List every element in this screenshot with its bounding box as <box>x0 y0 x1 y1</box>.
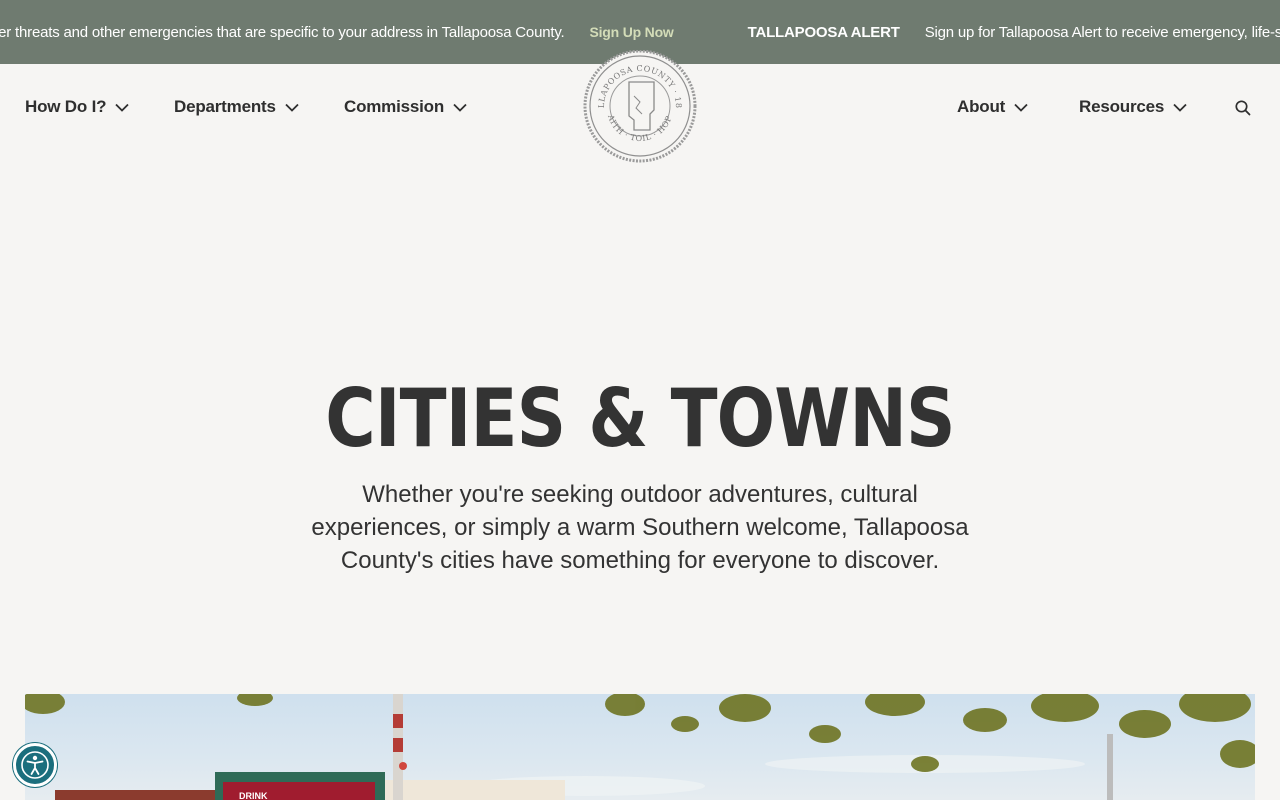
nav-item-about[interactable]: About <box>957 97 1028 117</box>
nav-item-commission[interactable]: Commission <box>344 97 467 117</box>
chevron-down-icon <box>453 103 467 112</box>
chevron-down-icon <box>1014 103 1028 112</box>
chevron-down-icon <box>1173 103 1187 112</box>
photo-sign-text: DRINK <box>239 791 268 800</box>
hero-section: CITIES & TOWNS Whether you're seeking ou… <box>0 372 1280 575</box>
alert-sign-up-link[interactable]: Sign Up Now <box>589 24 673 40</box>
accessibility-button[interactable] <box>13 743 57 787</box>
nav-item-how-do-i[interactable]: How Do I? <box>25 97 129 117</box>
chevron-down-icon <box>285 103 299 112</box>
page-title: CITIES & TOWNS <box>325 372 955 465</box>
nav-item-departments[interactable]: Departments <box>174 97 299 117</box>
nav-item-label: Commission <box>344 97 445 116</box>
page-subtitle: Whether you're seeking outdoor adventure… <box>311 481 969 574</box>
nav-item-resources[interactable]: Resources <box>1079 97 1187 117</box>
chevron-down-icon <box>115 103 129 112</box>
alert-message-next: Sign up for Tallapoosa Alert to receive … <box>924 23 1280 41</box>
alert-message: ner threats and other emergencies that a… <box>0 23 565 41</box>
search-icon[interactable] <box>1234 99 1252 117</box>
alert-title: TALLAPOOSA ALERT <box>747 23 900 41</box>
county-seal-logo[interactable]: TALLAPOOSA COUNTY · 1832 FAITH · TOIL · … <box>582 50 698 164</box>
nav-item-label: How Do I? <box>25 97 107 116</box>
nav-item-label: Departments <box>174 97 276 116</box>
hero-photo: DRINK <box>25 694 1255 800</box>
nav-item-label: Resources <box>1079 97 1165 116</box>
nav-item-label: About <box>957 97 1006 116</box>
town-street-photo: DRINK <box>25 694 1255 800</box>
accessibility-icon <box>21 751 49 779</box>
